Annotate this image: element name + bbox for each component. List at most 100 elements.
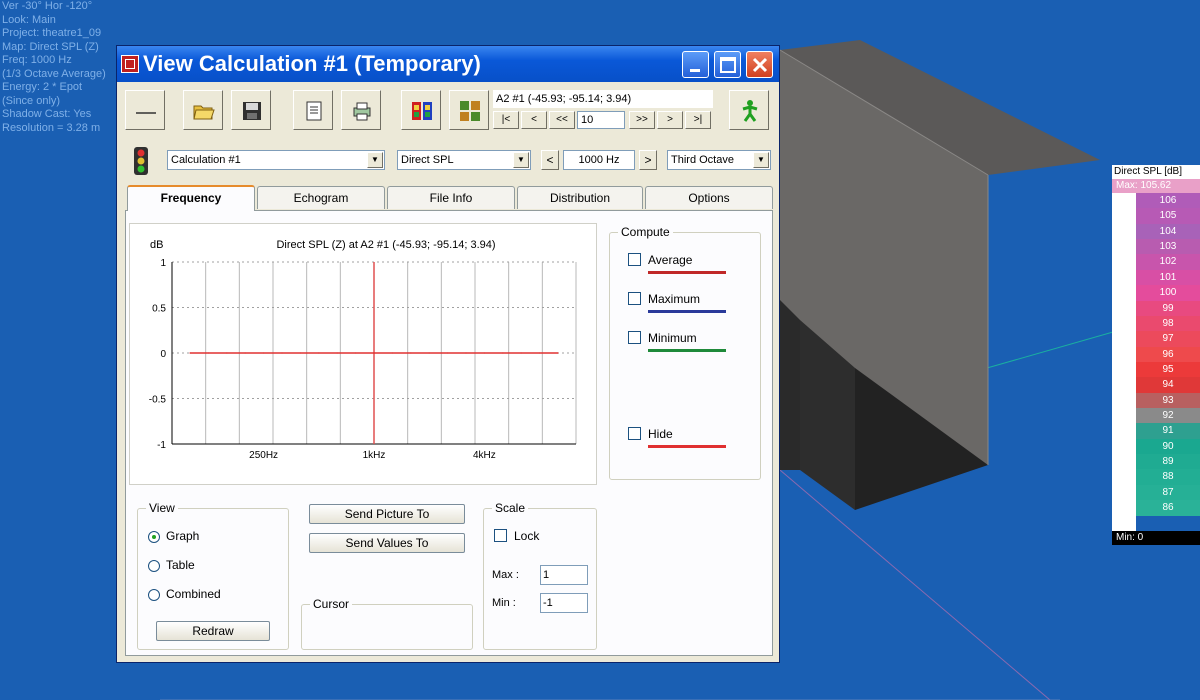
view-info-line: Project: theatre1_09 — [2, 27, 102, 39]
frequency-field[interactable]: 1000 Hz — [563, 150, 635, 170]
data-point — [336, 352, 338, 354]
tab-file-info[interactable]: File Info — [387, 186, 515, 209]
document-icon — [306, 101, 322, 121]
freq-prev-button[interactable]: < — [541, 150, 559, 170]
traffic-light-icon — [134, 147, 148, 175]
speaker-view-button[interactable] — [401, 90, 441, 130]
spl-color-legend: Direct SPL [dB] Max: 105.62 106 105 104 103… — [1112, 165, 1200, 545]
window-title: View Calculation #1 (Temporary) — [143, 51, 481, 76]
next-point-button[interactable]: > — [657, 111, 683, 129]
data-point — [355, 352, 357, 354]
table-radio[interactable] — [148, 560, 160, 572]
legend-value: 89 — [1136, 454, 1200, 470]
band-value: Third Octave — [671, 154, 734, 166]
compute-legend: Compute — [618, 225, 673, 239]
data-point — [447, 352, 449, 354]
combined-radio[interactable] — [148, 589, 160, 601]
send-picture-button[interactable]: Send Picture To — [309, 504, 465, 524]
legend-value: 97 — [1136, 331, 1200, 347]
data-point — [465, 352, 467, 354]
dash-icon — [136, 112, 156, 114]
max-label: Max : — [492, 569, 519, 581]
legend-value: 104 — [1136, 223, 1200, 240]
next-step-button[interactable]: >> — [629, 111, 655, 129]
minimum-label: Minimum — [648, 331, 697, 345]
view-info-line: Map: Direct SPL (Z) — [2, 40, 99, 53]
tab-options[interactable]: Options — [645, 186, 773, 209]
open-folder-icon — [193, 105, 215, 120]
calculation-select[interactable]: Calculation #1 ▼ — [167, 150, 385, 170]
app-icon — [121, 55, 139, 73]
view-info-line: (Since only) — [2, 94, 61, 107]
legend-value: 102 — [1136, 254, 1200, 270]
lock-checkbox[interactable] — [494, 529, 507, 542]
open-button[interactable] — [183, 90, 223, 130]
save-button[interactable] — [231, 90, 271, 130]
close-button[interactable] — [746, 51, 773, 78]
calculation-value: Calculation #1 — [171, 154, 241, 166]
hide-checkbox[interactable] — [628, 427, 641, 440]
legend-value: 95 — [1136, 361, 1200, 378]
data-point — [318, 352, 320, 354]
prev-step-button[interactable]: << — [549, 111, 575, 129]
prev-point-button[interactable]: < — [521, 111, 547, 129]
scale-legend: Scale — [492, 501, 529, 515]
document-button[interactable] — [293, 90, 333, 130]
freq-next-button[interactable]: > — [639, 150, 657, 170]
view-info-text: Ver -30° Hor -120° Look: Main Project: t… — [2, 0, 132, 135]
band-select[interactable]: Third Octave ▼ — [667, 150, 771, 170]
legend-value: 90 — [1136, 438, 1200, 455]
redraw-button[interactable]: Redraw — [156, 621, 270, 641]
step-input[interactable]: 10 — [577, 111, 625, 129]
chevron-down-icon[interactable]: ▼ — [513, 152, 529, 168]
min-label: Min : — [492, 597, 516, 609]
legend-bar — [1112, 193, 1136, 531]
combined-label: Combined — [166, 587, 221, 601]
legend-value: 101 — [1136, 269, 1200, 286]
minimum-swatch — [648, 349, 726, 352]
legend-value: 103 — [1136, 239, 1200, 255]
graph-label: Graph — [166, 529, 200, 543]
data-point — [410, 352, 412, 354]
first-point-button[interactable]: |< — [493, 111, 519, 129]
minimize-button[interactable] — [682, 51, 709, 78]
average-label: Average — [648, 253, 693, 267]
chevron-down-icon[interactable]: ▼ — [367, 152, 383, 168]
x-tick-label: 250Hz — [249, 450, 278, 461]
legend-min: Min: 0 — [1112, 531, 1200, 545]
chevron-down-icon[interactable]: ▼ — [753, 152, 769, 168]
new-button[interactable] — [125, 90, 165, 130]
data-point — [557, 352, 559, 354]
maximum-checkbox[interactable] — [628, 292, 641, 305]
tab-frequency[interactable]: Frequency — [127, 185, 255, 211]
view-group: View Graph Table Combined Redraw — [137, 501, 289, 650]
x-tick-label: 1kHz — [363, 450, 386, 461]
tab-echogram[interactable]: Echogram — [257, 186, 385, 209]
print-button[interactable] — [341, 90, 381, 130]
max-input[interactable]: 1 — [540, 565, 588, 585]
send-values-button[interactable]: Send Values To — [309, 533, 465, 553]
maximize-button[interactable] — [714, 51, 741, 78]
min-input[interactable]: -1 — [540, 593, 588, 613]
receivers-button[interactable] — [449, 90, 489, 130]
listener-button[interactable] — [729, 90, 769, 130]
x-tick-label: 4kHz — [473, 450, 496, 461]
legend-value: 99 — [1136, 300, 1200, 316]
title-bar[interactable]: View Calculation #1 (Temporary) — [117, 46, 779, 82]
chart-title: Direct SPL (Z) at A2 #1 (-45.93; -95.14;… — [276, 239, 495, 251]
legend-value: 96 — [1136, 346, 1200, 362]
legend-value: 106 — [1136, 193, 1200, 209]
scale-group: Scale Lock Max : 1 Min : -1 — [483, 501, 597, 650]
view-calculation-window: View Calculation #1 (Temporary) A2 #1 (-… — [116, 45, 780, 663]
cursor-legend: Cursor — [310, 597, 353, 611]
graph-radio[interactable] — [148, 531, 160, 543]
data-point — [520, 352, 522, 354]
y-tick-label: -0.5 — [149, 395, 167, 406]
average-checkbox[interactable] — [628, 253, 641, 266]
last-point-button[interactable]: >| — [685, 111, 711, 129]
view-info-line: Look: Main — [2, 13, 56, 26]
tab-distribution[interactable]: Distribution — [517, 186, 643, 209]
minimum-checkbox[interactable] — [628, 331, 641, 344]
parameter-select[interactable]: Direct SPL ▼ — [397, 150, 531, 170]
frequency-chart[interactable]: 1 0.5 0 -0.5 -1 250Hz 1kHz 4kHz Direct SPL (Z) a… — [129, 223, 597, 485]
